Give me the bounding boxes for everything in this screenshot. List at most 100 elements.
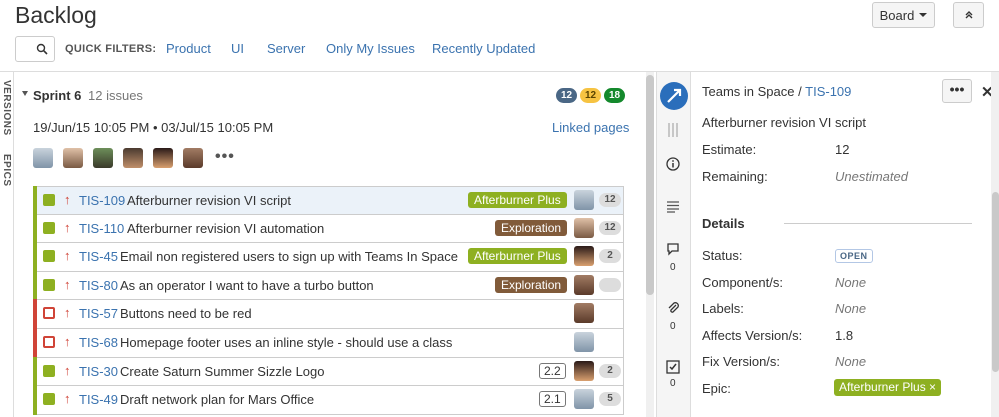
priority-major-icon: ↑ [64, 362, 71, 378]
more-assignees-button[interactable]: ••• [215, 148, 235, 166]
story-type-icon [43, 393, 55, 406]
status-label: Status: [702, 248, 743, 263]
comment-icon[interactable] [665, 241, 681, 257]
drag-handle-icon[interactable] [665, 122, 681, 138]
attachment-icon[interactable] [665, 300, 681, 316]
more-actions-button[interactable]: ••• [942, 79, 972, 103]
attachment-count: 0 [670, 321, 676, 332]
story-points-badge: 12 [599, 220, 621, 235]
epic-color-bar [33, 356, 37, 387]
issue-key[interactable]: TIS-45 [79, 249, 118, 264]
epic-color-bar [33, 327, 37, 358]
issue-row-tis-57[interactable]: ↑ TIS-57 Buttons need to be red [33, 299, 624, 329]
description-icon[interactable] [665, 199, 681, 215]
avatar[interactable] [183, 148, 203, 168]
quick-filter-server[interactable]: Server [267, 41, 305, 56]
subtasks-icon[interactable] [665, 359, 681, 375]
issue-key[interactable]: TIS-49 [79, 392, 118, 407]
backlog-scrollbar[interactable] [646, 72, 654, 417]
board-dropdown-button[interactable]: Board [872, 2, 935, 28]
issue-key[interactable]: TIS-30 [79, 364, 118, 379]
affects-version-value[interactable]: 1.8 [835, 328, 853, 343]
issue-key[interactable]: TIS-110 [79, 221, 124, 236]
story-points-badge: 5 [599, 392, 621, 407]
avatar[interactable] [153, 148, 173, 168]
fix-version-value[interactable]: None [835, 354, 866, 369]
issue-row-tis-68[interactable]: ↑ TIS-68 Homepage footer uses an inline … [33, 327, 624, 358]
story-type-icon [43, 250, 55, 263]
epic-lozenge: Exploration [495, 276, 568, 293]
story-type-icon [43, 278, 55, 291]
avatar[interactable] [123, 148, 143, 168]
bug-type-icon [43, 335, 55, 348]
priority-major-icon: ↑ [64, 305, 71, 321]
quick-filter-product[interactable]: Product [166, 41, 211, 56]
rocket-icon [667, 88, 682, 103]
breadcrumb-project[interactable]: Teams in Space [702, 84, 795, 99]
fix-version-label: Fix Version/s: [702, 354, 781, 369]
bug-type-icon [43, 307, 55, 320]
issue-row-tis-45[interactable]: ↑ TIS-45 Email non registered users to s… [33, 242, 624, 272]
epic-color-bar [33, 299, 37, 329]
collapse-header-button[interactable] [953, 2, 984, 28]
epic-label: Epic: [702, 381, 731, 396]
issue-key[interactable]: TIS-80 [79, 278, 118, 293]
issue-key[interactable]: TIS-109 [79, 193, 125, 208]
epic-link-tag[interactable]: Afterburner Plus × [834, 379, 942, 396]
status-badge[interactable]: OPEN [835, 249, 873, 263]
issue-row-tis-110[interactable]: ↑ TIS-110 Afterburner revision VI automa… [33, 213, 624, 244]
avatar[interactable] [63, 148, 83, 168]
issue-row-tis-49[interactable]: ↑ TIS-49 Draft network plan for Mars Off… [33, 385, 624, 415]
issue-key[interactable]: TIS-68 [79, 335, 118, 350]
done-count-badge: 18 [604, 88, 626, 103]
quick-filter-only-my-issues[interactable]: Only My Issues [326, 41, 415, 56]
issue-row-tis-109[interactable]: ↑ TIS-109 Afterburner revision VI script… [33, 186, 624, 215]
search-input[interactable] [15, 36, 55, 62]
issue-summary: As an operator I want to have a turbo bu… [120, 277, 374, 293]
issue-summary: Draft network plan for Mars Office [120, 392, 315, 408]
estimate-value[interactable]: 12 [835, 142, 849, 157]
story-points-badge: 2 [599, 363, 621, 378]
linked-pages-link[interactable]: Linked pages [552, 120, 629, 135]
versions-tab[interactable]: VERSIONS [1, 80, 12, 136]
issue-key[interactable]: TIS-57 [79, 306, 118, 321]
issue-row-tis-80[interactable]: ↑ TIS-80 As an operator I want to have a… [33, 270, 624, 301]
epic-color-bar [33, 186, 37, 215]
scrollbar-thumb[interactable] [646, 75, 654, 295]
breadcrumb-issue-key[interactable]: TIS-109 [805, 84, 851, 99]
scrollbar-thumb[interactable] [992, 192, 999, 372]
issue-row-tis-30[interactable]: ↑ TIS-30 Create Saturn Summer Sizzle Log… [33, 356, 624, 387]
assignee-avatar [574, 303, 594, 324]
priority-major-icon: ↑ [64, 391, 71, 407]
remaining-value[interactable]: Unestimated [835, 169, 908, 184]
assignee-avatar [574, 360, 594, 381]
story-type-icon [43, 221, 55, 234]
issue-summary: Create Saturn Summer Sizzle Logo [120, 363, 325, 379]
issue-title[interactable]: Afterburner revision VI script [702, 115, 866, 130]
quick-filter-ui[interactable]: UI [231, 41, 244, 56]
detail-tabs: 0 0 0 [657, 72, 691, 417]
avatar[interactable] [33, 148, 53, 168]
priority-major-icon: ↑ [64, 248, 71, 264]
assignee-avatar [574, 274, 594, 295]
epic-color-bar [33, 385, 37, 415]
project-avatar [660, 82, 688, 110]
quick-filter-recently-updated[interactable]: Recently Updated [432, 41, 535, 56]
epic-color-bar [33, 270, 37, 301]
assignee-avatar [574, 389, 594, 410]
breadcrumb-separator: / [798, 84, 802, 99]
story-points-badge: 2 [599, 249, 621, 264]
assignee-avatar [574, 190, 594, 210]
detail-scrollbar[interactable] [991, 72, 999, 417]
epics-tab[interactable]: EPICS [1, 154, 12, 187]
sprint-collapse-toggle[interactable] [22, 91, 28, 96]
info-icon[interactable] [665, 156, 681, 172]
details-heading: Details [702, 216, 745, 231]
estimate-badge: 2.1 [539, 391, 566, 408]
priority-major-icon: ↑ [64, 333, 71, 349]
avatar[interactable] [93, 148, 113, 168]
labels-value[interactable]: None [835, 301, 866, 316]
components-value[interactable]: None [835, 275, 866, 290]
board-button-label: Board [879, 7, 915, 23]
issue-summary: Homepage footer uses an inline style - s… [120, 334, 453, 350]
